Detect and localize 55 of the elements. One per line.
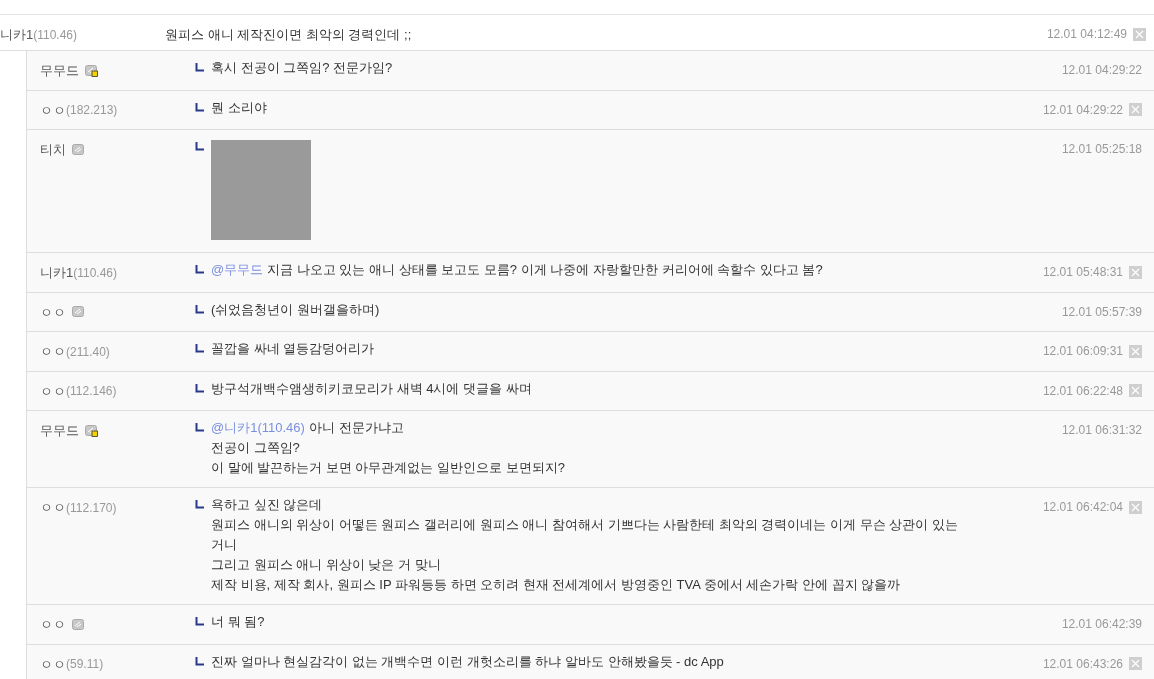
timestamp: 12.01 06:42:04 <box>1042 499 1123 516</box>
timestamp: 12.01 04:29:22 <box>1042 101 1123 119</box>
reply-text: 그리고 원피스 애니 위상이 낮은 거 맞니 <box>211 556 441 574</box>
delete-button[interactable] <box>1133 27 1146 41</box>
ip-address: (110.46) <box>73 264 118 282</box>
reply-text: 너 뭐 됨? <box>211 613 265 631</box>
nickname[interactable]: 니카1 <box>40 263 74 283</box>
delete-button[interactable] <box>1129 384 1142 397</box>
reply-text: 전공이 그쪽임? <box>211 439 300 457</box>
nickname[interactable]: 무무드 <box>40 421 79 441</box>
nickname[interactable]: ㅇㅇ <box>40 381 66 401</box>
ip-address: (112.170) <box>66 499 117 517</box>
timestamp: 12.01 06:43:26 <box>1042 655 1123 673</box>
reply-text: 욕하고 싶진 않은데 <box>211 496 323 514</box>
reply-text: 이 말에 발끈하는거 보면 아무관계없는 일반인으로 보면되지? <box>211 459 565 477</box>
reply-text: 거니 <box>211 536 237 554</box>
timestamp: 12.01 05:25:18 <box>1061 141 1142 158</box>
delete-button[interactable] <box>1129 265 1142 279</box>
timestamp: 12.01 05:57:39 <box>1061 303 1142 321</box>
nickname[interactable]: ㅇㅇ <box>40 100 66 120</box>
ip-address: (110.46) <box>33 26 78 44</box>
nickname[interactable]: ㅇㅇ <box>40 615 66 635</box>
delete-button[interactable] <box>1129 344 1142 358</box>
nickname[interactable]: ㅇㅇ <box>40 498 66 518</box>
reply-text: 아니 전문가냐고 <box>308 419 404 437</box>
reply-text: 혹시 전공이 그쪽임? 전문가임? <box>211 59 393 77</box>
timestamp: 12.01 06:22:48 <box>1042 382 1123 400</box>
ip-address: (59.11) <box>66 656 104 674</box>
nickname[interactable]: ㅇㅇ <box>40 302 66 322</box>
reply-text: 꼴깝을 싸네 열등감덩어리가 <box>211 340 375 358</box>
nickname[interactable]: ㅇㅇ <box>40 342 66 362</box>
reply-text: 원피스 애니의 위상이 어떻든 원피스 갤러리에 원피스 애니 참여해서 기쁘다는 사람한테 최악의 경력이네는 이게 무슨 상관이 있는 <box>211 516 958 534</box>
nickname[interactable]: 니카1 <box>0 25 34 45</box>
reply-text: 방구석개백수앰생히키코모리가 새벽 4시에 댓글을 싸며 <box>211 379 532 398</box>
comment-text: 원피스 애니 제작진이면 최악의 경력인데 ;; <box>165 26 413 44</box>
timestamp: 12.01 05:48:31 <box>1042 264 1123 281</box>
ip-address: (112.146) <box>66 383 117 401</box>
reply-text: 지금 나오고 있는 애니 상태를 보고도 모름? 이게 나중에 자랑할만한 커리어에 속할수 있다고 봄? <box>267 261 823 279</box>
timestamp: 12.01 06:09:31 <box>1042 343 1123 360</box>
timestamp: 12.01 06:42:39 <box>1061 616 1142 633</box>
reply-text: (쉬었음청년이 원버갤을하며) <box>211 300 380 319</box>
nickname[interactable]: 티치 <box>40 140 66 160</box>
timestamp: 12.01 04:29:22 <box>1061 62 1142 79</box>
delete-button[interactable] <box>1129 657 1142 670</box>
nickname[interactable]: 무무드 <box>40 61 79 81</box>
reply-text: 뭔 소리야 <box>211 98 267 117</box>
timestamp: 12.01 06:31:32 <box>1061 422 1142 439</box>
reply-text: 제작 비용, 제작 회사, 원피스 IP 파워등등 하면 오히려 현재 전세계에서 방영중인 TVA 중에서 세손가락 안에 꼽지 않을까 <box>211 576 901 594</box>
nickname[interactable]: ㅇㅇ <box>40 654 66 674</box>
ip-address: (211.40) <box>66 343 110 361</box>
timestamp: 12.01 04:12:49 <box>1046 26 1127 43</box>
ip-address: (182.213) <box>66 102 118 120</box>
delete-button[interactable] <box>1129 103 1142 116</box>
reply-text: 진짜 얼마나 현실감각이 없는 개백수면 이런 개헛소리를 하냐 알바도 안해봤을듯 - dc App <box>211 652 724 671</box>
delete-button[interactable] <box>1129 500 1142 514</box>
